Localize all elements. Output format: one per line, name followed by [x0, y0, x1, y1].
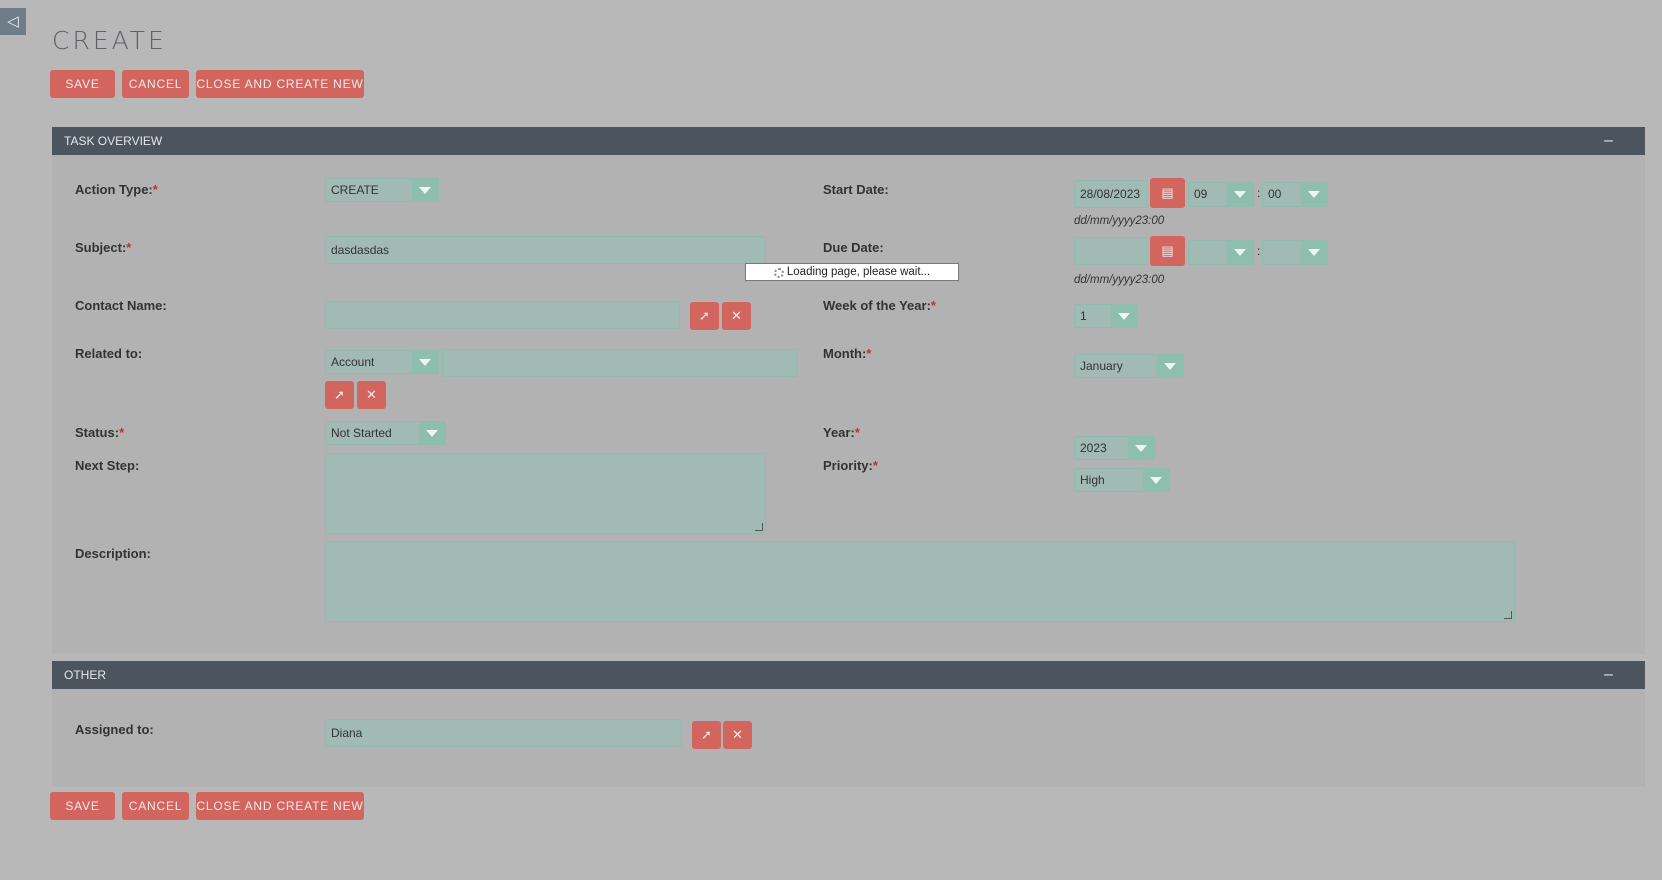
assigned-to-label: Assigned to: — [75, 722, 154, 737]
chevron-down-icon[interactable] — [1227, 183, 1253, 206]
year-label: Year:* — [823, 425, 860, 440]
start-hour-select[interactable]: 09 — [1188, 182, 1254, 207]
description-textarea[interactable] — [325, 541, 1515, 622]
save-button[interactable]: SAVE — [50, 70, 115, 98]
chevron-down-icon[interactable] — [1227, 241, 1253, 264]
time-separator: : — [1257, 186, 1261, 200]
close-and-create-new-button[interactable]: CLOSE AND CREATE NEW — [196, 70, 364, 98]
due-date-label: Due Date: — [823, 240, 884, 255]
next-step-textarea[interactable] — [325, 453, 766, 534]
action-type-label: Action Type:* — [75, 182, 158, 197]
cancel-button[interactable]: CANCEL — [122, 70, 189, 98]
resize-handle-icon[interactable] — [1504, 611, 1512, 619]
chevron-down-icon[interactable] — [1143, 469, 1169, 491]
priority-value: High — [1080, 473, 1105, 487]
cancel-button-bottom[interactable]: CANCEL — [122, 792, 189, 820]
subject-input[interactable]: dasdasdas — [325, 236, 766, 264]
week-of-year-value: 1 — [1080, 309, 1087, 323]
status-select[interactable]: Not Started — [325, 421, 446, 445]
related-to-type-select[interactable]: Account — [325, 350, 439, 374]
action-type-value: CREATE — [331, 183, 379, 197]
start-date-input[interactable]: 28/08/2023 — [1074, 180, 1147, 208]
select-contact-button[interactable]: ➚ — [690, 302, 719, 330]
start-minute-value: 00 — [1268, 187, 1282, 201]
time-separator: : — [1257, 244, 1261, 258]
panel-title: OTHER — [64, 668, 106, 682]
related-to-input[interactable] — [442, 349, 797, 377]
start-hour-value: 09 — [1194, 187, 1208, 201]
start-date-label: Start Date: — [823, 182, 889, 197]
clear-related-button[interactable]: ✕ — [357, 381, 386, 409]
chevron-down-icon[interactable] — [1111, 305, 1137, 327]
chevron-down-icon[interactable] — [1301, 183, 1327, 206]
close-icon: ✕ — [732, 727, 743, 742]
save-button-bottom[interactable]: SAVE — [50, 792, 115, 820]
subject-label: Subject:* — [75, 240, 132, 255]
loading-text: Loading page, please wait... — [786, 266, 931, 278]
status-label: Status:* — [75, 425, 125, 440]
collapse-icon[interactable]: – — [1604, 127, 1613, 155]
month-value: January — [1080, 359, 1123, 373]
chevron-down-icon[interactable] — [1301, 241, 1327, 264]
due-date-format-hint: dd/mm/yyyy23:00 — [1074, 274, 1165, 286]
clear-contact-button[interactable]: ✕ — [722, 302, 751, 330]
week-of-year-label: Week of the Year:* — [823, 298, 936, 313]
collapse-icon[interactable]: – — [1604, 661, 1613, 689]
spinner-icon — [773, 268, 784, 278]
panel-header-other[interactable]: OTHER – — [52, 661, 1645, 689]
chevron-down-icon[interactable] — [412, 179, 438, 201]
panel-header-task-overview[interactable]: TASK OVERVIEW – — [52, 127, 1645, 155]
panel-title: TASK OVERVIEW — [64, 134, 163, 148]
year-select[interactable]: 2023 — [1074, 436, 1155, 460]
calendar-icon: ▤ — [1161, 185, 1174, 200]
loading-indicator: Loading page, please wait... — [745, 263, 959, 281]
week-of-year-select[interactable]: 1 — [1074, 304, 1138, 328]
calendar-icon: ▤ — [1161, 243, 1174, 258]
clear-user-button[interactable]: ✕ — [723, 721, 752, 749]
resize-handle-icon[interactable] — [755, 523, 763, 531]
close-icon: ✕ — [366, 387, 377, 402]
priority-select[interactable]: High — [1074, 468, 1170, 492]
due-date-calendar-button[interactable]: ▤ — [1150, 236, 1185, 266]
action-type-select[interactable]: CREATE — [325, 178, 439, 202]
chevron-down-icon[interactable] — [412, 351, 438, 373]
start-date-calendar-button[interactable]: ▤ — [1150, 178, 1185, 208]
due-hour-select[interactable] — [1188, 240, 1254, 265]
start-minute-select[interactable]: 00 — [1262, 182, 1328, 207]
chevron-down-icon[interactable] — [1128, 437, 1154, 459]
assigned-to-input[interactable]: Diana — [325, 719, 682, 747]
select-arrow-icon: ➚ — [699, 308, 710, 323]
chevron-down-icon[interactable] — [1157, 355, 1183, 377]
due-date-input[interactable] — [1074, 237, 1147, 265]
description-label: Description: — [75, 546, 151, 561]
related-to-label: Related to: — [75, 346, 143, 361]
due-minute-select[interactable] — [1262, 240, 1328, 265]
panel-body-other — [52, 689, 1645, 787]
related-to-type-value: Account — [331, 355, 375, 369]
select-arrow-icon: ➚ — [334, 387, 345, 402]
priority-label: Priority:* — [823, 458, 878, 473]
year-value: 2023 — [1080, 441, 1107, 455]
contact-name-input[interactable] — [325, 301, 680, 329]
close-icon: ✕ — [731, 308, 742, 323]
next-step-label: Next Step: — [75, 458, 140, 473]
close-and-create-new-button-bottom[interactable]: CLOSE AND CREATE NEW — [196, 792, 364, 820]
month-select[interactable]: January — [1074, 354, 1184, 378]
month-label: Month:* — [823, 346, 872, 361]
sidebar-toggle-icon[interactable]: ◁ — [0, 8, 26, 35]
chevron-down-icon[interactable] — [419, 422, 445, 444]
select-user-button[interactable]: ➚ — [692, 721, 721, 749]
status-value: Not Started — [331, 426, 392, 440]
select-related-button[interactable]: ➚ — [325, 381, 354, 409]
start-date-format-hint: dd/mm/yyyy23:00 — [1074, 215, 1165, 227]
page-title: CREATE — [52, 26, 167, 55]
contact-name-label: Contact Name: — [75, 298, 167, 313]
select-arrow-icon: ➚ — [701, 727, 712, 742]
